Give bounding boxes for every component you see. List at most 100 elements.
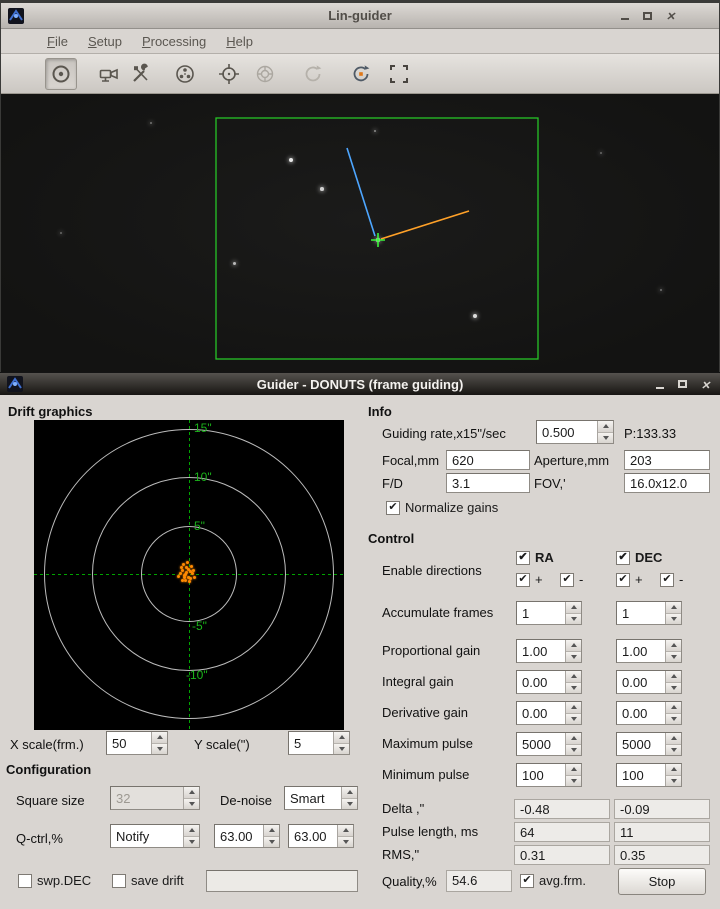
spin-down-icon[interactable] — [566, 713, 581, 724]
proportional-gain-dec-spinbox[interactable]: 1.00 — [616, 639, 682, 663]
qctrl-combobox[interactable]: Notify — [110, 824, 200, 848]
spin-down-icon[interactable] — [338, 836, 353, 847]
spin-down-icon[interactable] — [566, 651, 581, 662]
aperture-input[interactable]: 203 — [624, 450, 710, 470]
video-record-button[interactable] — [169, 58, 201, 90]
focal-input[interactable]: 620 — [446, 450, 530, 470]
spin-down-icon[interactable] — [666, 713, 681, 724]
menu-help[interactable]: Help — [216, 31, 263, 52]
fov-input[interactable]: 16.0x12.0 — [624, 473, 710, 493]
spin-down-icon[interactable] — [152, 743, 167, 754]
dec-minus-checkbox[interactable]: - — [660, 572, 683, 587]
spin-up-icon[interactable] — [598, 421, 613, 433]
menu-setup[interactable]: Setup — [78, 31, 132, 52]
spin-up-icon[interactable] — [666, 702, 681, 714]
maximum-pulse-ra-spinbox[interactable]: 5000 — [516, 732, 582, 756]
x-scale-spinbox[interactable]: 50 — [106, 731, 168, 755]
menu-file[interactable]: File — [37, 31, 78, 52]
menu-processing[interactable]: Processing — [132, 31, 216, 52]
stop-button[interactable]: Stop — [618, 868, 706, 895]
spin-down-icon[interactable] — [566, 744, 581, 755]
spin-down-icon[interactable] — [598, 432, 613, 443]
swp-dec-checkbox[interactable]: swp.DEC — [18, 873, 91, 888]
spin-down-icon[interactable] — [666, 651, 681, 662]
rms-label: RMS," — [382, 847, 420, 862]
combo-down-icon[interactable] — [342, 798, 357, 809]
spin-down-icon[interactable] — [666, 613, 681, 624]
ring-label: 5" — [194, 519, 205, 533]
minimum-pulse-dec-spinbox[interactable]: 100 — [616, 763, 682, 787]
calibration-button[interactable] — [345, 58, 377, 90]
spin-down-icon[interactable] — [666, 775, 681, 786]
spin-up-icon[interactable] — [566, 764, 581, 776]
guider-titlebar[interactable]: Guider - DONUTS (frame guiding) — [0, 373, 720, 395]
spin-up-icon[interactable] — [566, 640, 581, 652]
dec-checkbox[interactable]: DEC — [616, 550, 662, 565]
drift-file-input[interactable] — [206, 870, 358, 892]
proportional-gain-ra-spinbox[interactable]: 1.00 — [516, 639, 582, 663]
reticle-button[interactable] — [213, 58, 245, 90]
normalize-gains-checkbox[interactable]: Normalize gains — [386, 500, 498, 515]
fd-label: F/D — [382, 476, 403, 491]
camera-button[interactable] — [93, 58, 125, 90]
ra-minus-checkbox[interactable]: - — [560, 572, 583, 587]
close-button[interactable] — [697, 376, 714, 392]
accumulate-frames-ra-spinbox[interactable]: 1 — [516, 601, 582, 625]
fd-input[interactable]: 3.1 — [446, 473, 530, 493]
spin-up-icon[interactable] — [666, 602, 681, 614]
spin-down-icon[interactable] — [666, 682, 681, 693]
exposure-button[interactable] — [45, 57, 77, 90]
minimize-button[interactable] — [616, 8, 633, 24]
denoise-combobox[interactable]: Smart — [284, 786, 358, 810]
spin-up-icon[interactable] — [334, 732, 349, 744]
qctrl-dec-spinbox[interactable]: 63.00 — [288, 824, 354, 848]
spin-up-icon[interactable] — [666, 733, 681, 745]
ra-plus-checkbox[interactable]: + — [516, 572, 543, 587]
integral-gain-ra-spinbox[interactable]: 0.00 — [516, 670, 582, 694]
spin-up-icon[interactable] — [152, 732, 167, 744]
spin-up-icon[interactable] — [338, 825, 353, 837]
accumulate-frames-dec-spinbox[interactable]: 1 — [616, 601, 682, 625]
maximum-pulse-dec-spinbox[interactable]: 5000 — [616, 732, 682, 756]
spin-up-icon[interactable] — [264, 825, 279, 837]
save-drift-checkbox[interactable]: save drift — [112, 873, 184, 888]
linguider-titlebar[interactable]: Lin-guider — [1, 3, 719, 29]
spin-up-icon[interactable] — [566, 702, 581, 714]
setup-tools-button[interactable] — [125, 58, 157, 90]
maximize-button[interactable] — [674, 376, 691, 392]
camera-viewport[interactable] — [1, 94, 719, 372]
close-button[interactable] — [662, 8, 679, 24]
derivative-gain-dec-spinbox[interactable]: 0.00 — [616, 701, 682, 725]
spin-down-icon[interactable] — [264, 836, 279, 847]
ra-checkbox[interactable]: RA — [516, 550, 554, 565]
maximize-button[interactable] — [639, 8, 656, 24]
spin-up-icon[interactable] — [566, 671, 581, 683]
minimum-pulse-ra-spinbox[interactable]: 100 — [516, 763, 582, 787]
checkbox-box — [516, 572, 530, 587]
combo-down-icon[interactable] — [184, 836, 199, 847]
spin-down-icon[interactable] — [666, 744, 681, 755]
refresh-button[interactable] — [297, 58, 329, 90]
spin-up-icon[interactable] — [666, 671, 681, 683]
combo-up-icon[interactable] — [184, 825, 199, 837]
spin-up-icon[interactable] — [566, 733, 581, 745]
spin-down-icon[interactable] — [334, 743, 349, 754]
minimize-button[interactable] — [651, 376, 668, 392]
spin-down-icon[interactable] — [566, 682, 581, 693]
qctrl-ra-spinbox[interactable]: 63.00 — [214, 824, 280, 848]
combo-up-icon[interactable] — [342, 787, 357, 799]
dec-plus-checkbox[interactable]: + — [616, 572, 643, 587]
fov-label: FOV,' — [534, 476, 566, 491]
derivative-gain-ra-spinbox[interactable]: 0.00 — [516, 701, 582, 725]
spin-down-icon[interactable] — [566, 613, 581, 624]
avg-frm-checkbox[interactable]: avg.frm. — [520, 873, 586, 888]
spin-up-icon[interactable] — [666, 764, 681, 776]
integral-gain-dec-spinbox[interactable]: 0.00 — [616, 670, 682, 694]
spin-down-icon[interactable] — [566, 775, 581, 786]
guide-target-button[interactable] — [249, 58, 281, 90]
subframe-button[interactable] — [383, 58, 415, 90]
spin-up-icon[interactable] — [566, 602, 581, 614]
spin-up-icon[interactable] — [666, 640, 681, 652]
guiding-rate-spinbox[interactable]: 0.500 — [536, 420, 614, 444]
y-scale-spinbox[interactable]: 5 — [288, 731, 350, 755]
